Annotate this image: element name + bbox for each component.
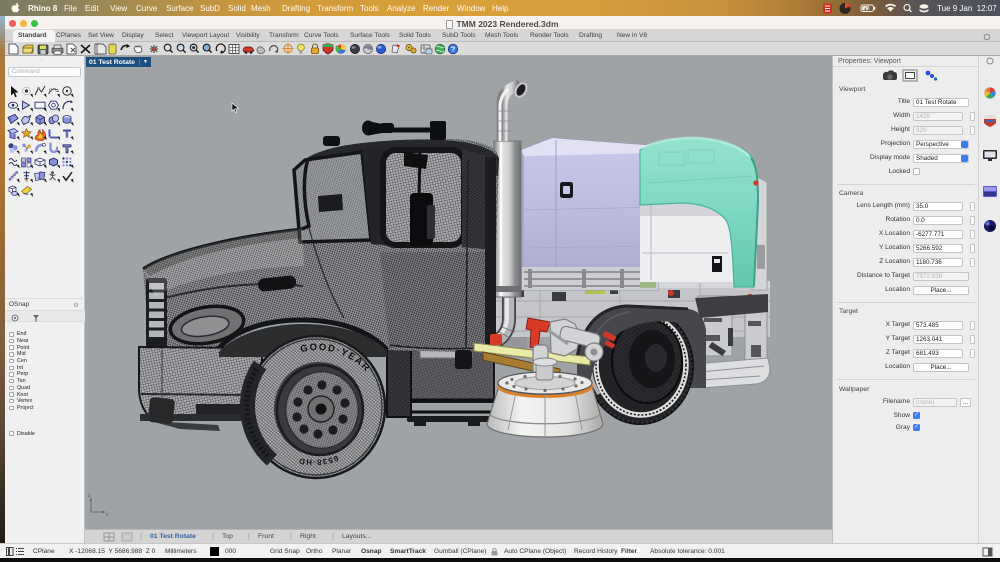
svg-text:z: z xyxy=(88,493,91,499)
svg-text:x: x xyxy=(106,512,109,516)
svg-text:?: ? xyxy=(451,45,456,54)
svg-text:43: 43 xyxy=(864,6,870,11)
